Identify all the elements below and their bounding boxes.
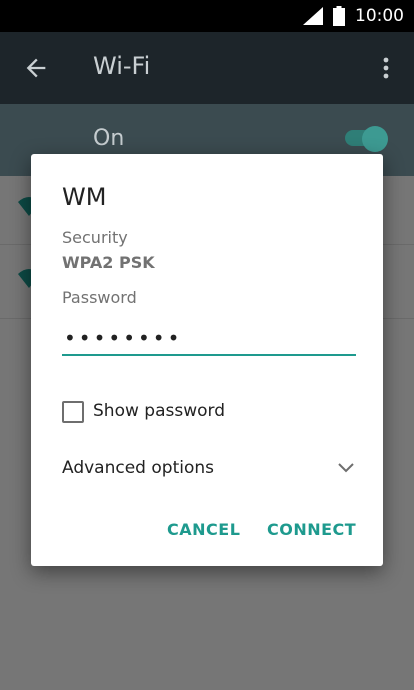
show-password-label[interactable]: Show password xyxy=(93,401,225,421)
connect-button[interactable]: CONNECT xyxy=(267,520,356,539)
status-bar: 10:00 xyxy=(0,0,414,32)
chevron-down-icon[interactable] xyxy=(336,458,356,478)
overflow-menu-icon[interactable] xyxy=(376,54,396,82)
wifi-connect-dialog: WM Security WPA2 PSK Password Show passw… xyxy=(31,154,383,566)
security-label: Security xyxy=(62,228,128,247)
cancel-button[interactable]: CANCEL xyxy=(167,520,240,539)
battery-icon xyxy=(333,6,345,26)
clock: 10:00 xyxy=(355,6,404,26)
password-label: Password xyxy=(62,288,137,307)
back-arrow-icon[interactable] xyxy=(22,54,50,82)
password-field[interactable] xyxy=(62,322,356,356)
dialog-title: WM xyxy=(62,183,107,211)
security-value: WPA2 PSK xyxy=(62,253,155,272)
advanced-options-label[interactable]: Advanced options xyxy=(62,458,214,478)
wifi-toggle-label: On xyxy=(93,126,125,151)
wifi-switch-thumb[interactable] xyxy=(362,126,388,152)
app-bar: Wi-Fi xyxy=(0,32,414,104)
show-password-checkbox[interactable] xyxy=(62,401,84,423)
signal-icon xyxy=(303,7,323,25)
page-title: Wi-Fi xyxy=(93,52,151,80)
